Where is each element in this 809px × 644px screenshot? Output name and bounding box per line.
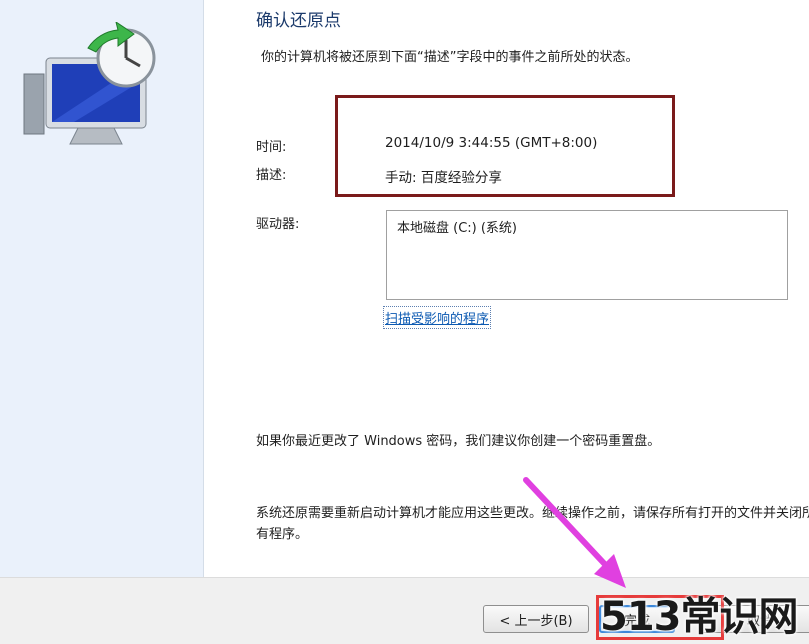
time-label: 时间: <box>256 140 287 155</box>
wizard-sidebar <box>0 0 204 577</box>
drives-list[interactable]: 本地磁盘 (C:) (系统) <box>386 210 788 300</box>
wizard-content: 确认还原点 你的计算机将被还原到下面“描述”字段中的事件之前所处的状态。 时间:… <box>204 0 809 577</box>
scan-affected-programs-link[interactable]: 扫描受影响的程序 <box>382 306 492 329</box>
watermark-logo: 513常识网 <box>600 594 798 640</box>
intro-text: 你的计算机将被还原到下面“描述”字段中的事件之前所处的状态。 <box>261 50 639 65</box>
back-button[interactable]: < 上一步(B) <box>483 605 589 633</box>
page-title: 确认还原点 <box>256 11 341 31</box>
time-value: 2014/10/9 3:44:55 (GMT+8:00) <box>385 135 598 151</box>
password-note: 如果你最近更改了 Windows 密码，我们建议你创建一个密码重置盘。 <box>256 434 661 449</box>
description-label: 描述: <box>256 168 287 183</box>
drives-label: 驱动器: <box>256 217 300 232</box>
description-value: 手动: 百度经验分享 <box>385 170 502 186</box>
restart-note: 系统还原需要重新启动计算机才能应用这些更改。继续操作之前，请保存所有打开的文件并… <box>256 506 809 542</box>
drive-item[interactable]: 本地磁盘 (C:) (系统) <box>397 217 777 236</box>
system-restore-icon <box>23 22 156 145</box>
